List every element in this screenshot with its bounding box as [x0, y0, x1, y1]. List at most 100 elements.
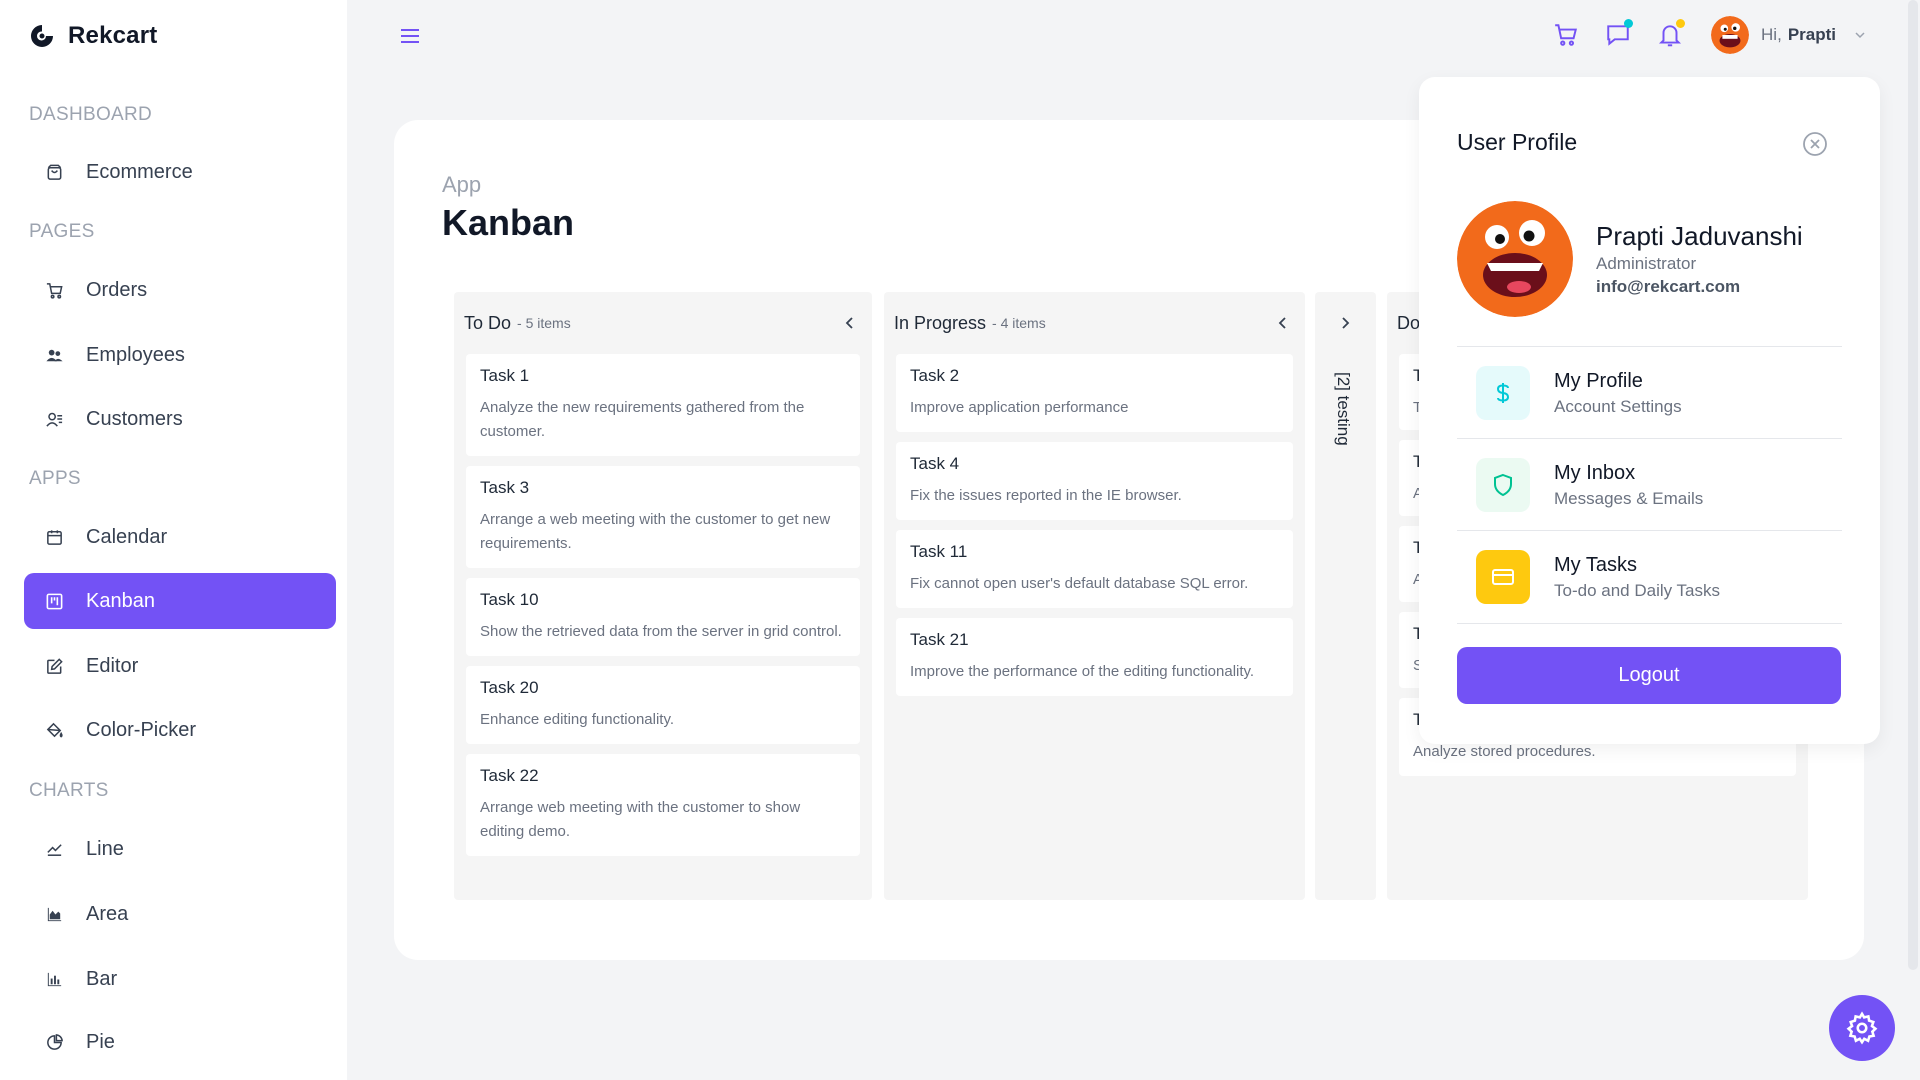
menu-item-text: My Profile Account Settings	[1554, 370, 1682, 417]
sidebar-item-color-picker[interactable]: Color-Picker	[24, 702, 336, 758]
sidebar-item-editor[interactable]: Editor	[24, 638, 336, 694]
card-title: Task 22	[480, 766, 539, 785]
section-title-dashboard: DASHBOARD	[29, 104, 153, 125]
page-title: Kanban	[442, 202, 575, 243]
kanban-card[interactable]: Task 2 Improve application performance	[896, 354, 1293, 432]
card-title: Task 20	[480, 678, 539, 697]
page-scrollbar[interactable]	[1908, 0, 1918, 970]
notifications-button[interactable]	[1655, 19, 1686, 50]
sidebar-item-kanban[interactable]: Kanban	[24, 573, 336, 629]
sidebar-item-employees[interactable]: Employees	[24, 327, 336, 383]
divider	[1457, 346, 1842, 347]
section-title-charts: CHARTS	[29, 780, 109, 801]
shield-icon	[1476, 458, 1530, 512]
divider	[1457, 623, 1842, 624]
sidebar-item-label: Customers	[86, 407, 183, 430]
card-title: Task 4	[910, 454, 960, 473]
card-description: Fix the issues reported in the IE browse…	[910, 487, 1182, 504]
close-icon[interactable]	[1802, 131, 1828, 157]
line-chart-icon	[44, 839, 64, 859]
sidebar-item-area[interactable]: Area	[24, 886, 336, 942]
kanban-card[interactable]: Task 11 Fix cannot open user's default d…	[896, 530, 1293, 608]
sidebar-item-calendar[interactable]: Calendar	[24, 509, 336, 565]
kanban-card[interactable]: Task 22 Arrange web meeting with the cus…	[466, 754, 860, 856]
sidebar-item-label: Line	[86, 837, 124, 860]
sidebar-item-orders[interactable]: Orders	[24, 262, 336, 318]
sidebar: Rekcart DASHBOARD Ecommerce PAGES Orders…	[0, 0, 347, 1080]
cart-icon	[1555, 24, 1578, 46]
menu-item-my-inbox[interactable]: My Inbox Messages & Emails	[1457, 440, 1842, 530]
sidebar-item-customers[interactable]: Customers	[24, 391, 336, 447]
menu-toggle-icon[interactable]	[398, 24, 422, 48]
menu-item-subtitle: To-do and Daily Tasks	[1554, 580, 1720, 600]
card-description: Improve application performance	[910, 399, 1129, 416]
collapse-left-icon[interactable]	[1275, 315, 1291, 331]
gear-icon	[1846, 1011, 1878, 1045]
menu-item-text: My Inbox Messages & Emails	[1554, 462, 1703, 509]
bell-notification-dot	[1676, 19, 1686, 28]
menu-item-title: My Tasks	[1554, 553, 1637, 576]
profile-role: Administrator	[1596, 254, 1697, 273]
card-description: Improve the performance of the editing f…	[910, 663, 1255, 680]
sidebar-item-label: Employees	[86, 343, 185, 366]
greeting-text: Hi,	[1761, 25, 1782, 44]
kanban-card[interactable]: Task 10 Show the retrieved data from the…	[466, 578, 860, 656]
column-count: - 5 items	[517, 315, 571, 331]
bar-chart-icon	[44, 969, 64, 989]
card-description: Show the retrieved data from the server …	[480, 623, 842, 640]
area-chart-icon	[44, 904, 64, 924]
sidebar-item-line[interactable]: Line	[24, 821, 336, 877]
dollar-icon	[1476, 366, 1530, 420]
header-actions: Hi, Prapti	[1529, 12, 1866, 58]
card-title: Task 1	[480, 366, 530, 385]
sidebar-item-label: Color-Picker	[86, 718, 197, 741]
chevron-down-icon[interactable]	[1854, 29, 1866, 41]
card-description: Arrange web meeting with the customer to…	[480, 799, 801, 840]
customers-icon	[44, 409, 64, 429]
logout-button[interactable]: Logout	[1457, 647, 1841, 704]
edit-icon	[44, 656, 64, 676]
menu-item-title: My Inbox	[1554, 461, 1636, 484]
sidebar-item-label: Area	[86, 902, 129, 925]
kanban-card[interactable]: Task 21 Improve the performance of the e…	[896, 618, 1293, 696]
chat-button[interactable]	[1603, 19, 1634, 50]
card-title: Task 3	[480, 478, 530, 497]
sidebar-item-label: Bar	[86, 967, 118, 990]
sidebar-item-bar[interactable]: Bar	[24, 951, 336, 1007]
kanban-card[interactable]: Task 3 Arrange a web meeting with the cu…	[466, 466, 860, 568]
expand-right-icon[interactable]	[1337, 315, 1353, 331]
sidebar-item-label: Calendar	[86, 525, 168, 548]
card-icon	[1476, 550, 1530, 604]
user-profile-popup: User Profile Prapti Jaduvanshi Administr…	[1419, 77, 1880, 744]
cart-button[interactable]	[1551, 20, 1581, 50]
menu-item-subtitle: Account Settings	[1554, 396, 1682, 416]
menu-item-my-tasks[interactable]: My Tasks To-do and Daily Tasks	[1457, 532, 1842, 622]
menu-item-my-profile[interactable]: My Profile Account Settings	[1457, 348, 1842, 438]
kanban-card[interactable]: Task 20 Enhance editing functionality.	[466, 666, 860, 744]
sidebar-item-label: Orders	[86, 278, 148, 301]
header-username[interactable]: Prapti	[1788, 25, 1836, 45]
column-header: To Do - 5 items	[454, 292, 872, 354]
brand[interactable]: Rekcart	[28, 22, 157, 50]
sidebar-item-pie[interactable]: Pie	[24, 1014, 336, 1070]
avatar[interactable]	[1711, 16, 1750, 54]
brand-logo-icon	[31, 25, 53, 47]
breadcrumb: App	[442, 172, 482, 197]
card-description: Analyze the new requirements gathered fr…	[480, 399, 805, 440]
kanban-card[interactable]: Task 4 Fix the issues reported in the IE…	[896, 442, 1293, 520]
profile-avatar	[1457, 201, 1573, 317]
divider	[1457, 438, 1842, 439]
column-count: - 4 items	[992, 315, 1046, 331]
kanban-column-testing-collapsed[interactable]: [2] testing	[1315, 292, 1376, 900]
card-title: Task 2	[910, 366, 960, 385]
color-picker-icon	[44, 720, 64, 740]
kanban-card[interactable]: Task 1 Analyze the new requirements gath…	[466, 354, 860, 456]
menu-item-text: My Tasks To-do and Daily Tasks	[1554, 554, 1720, 601]
cart-icon	[44, 280, 64, 300]
divider	[1457, 530, 1842, 531]
settings-button[interactable]	[1829, 995, 1895, 1061]
kanban-icon	[44, 591, 64, 611]
collapse-left-icon[interactable]	[842, 315, 858, 331]
sidebar-item-ecommerce[interactable]: Ecommerce	[24, 144, 336, 200]
kanban-column-todo: To Do - 5 items Task 1 Analyze the new r…	[454, 292, 872, 900]
